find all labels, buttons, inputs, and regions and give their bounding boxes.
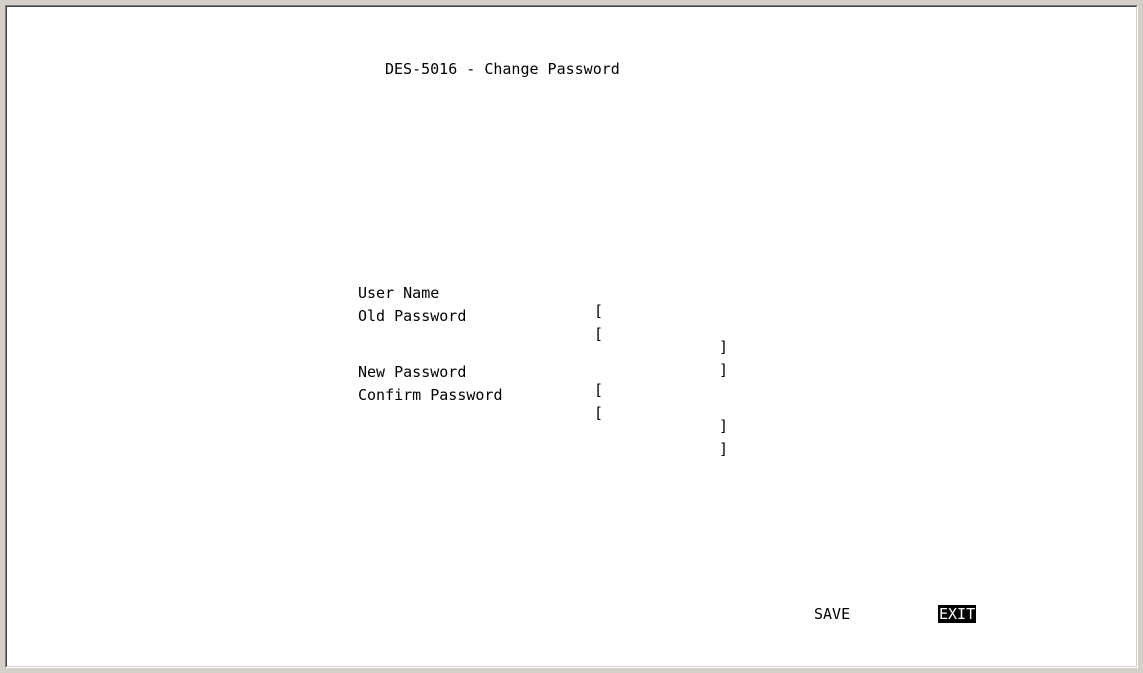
old-password-close-bracket: ]: [719, 361, 729, 379]
confirm-password-open-bracket: [: [594, 404, 604, 422]
user-name-open-bracket: [: [594, 302, 604, 320]
console-bevel: DES-5016 - Change Password User Name [ ]…: [5, 5, 1138, 668]
new-password-close-bracket: ]: [719, 417, 729, 435]
old-password-label: Old Password: [358, 307, 467, 325]
confirm-password-row: Confirm Password [ ]: [358, 368, 728, 476]
new-password-open-bracket: [: [594, 381, 604, 399]
confirm-password-close-bracket: ]: [719, 440, 729, 458]
console-window-frame: DES-5016 - Change Password User Name [ ]…: [0, 0, 1143, 673]
page-title: DES-5016 - Change Password: [385, 60, 620, 78]
old-password-open-bracket: [: [594, 325, 604, 343]
confirm-password-label: Confirm Password: [358, 386, 503, 404]
user-name-close-bracket: ]: [719, 338, 729, 356]
exit-button[interactable]: EXIT: [938, 605, 977, 623]
terminal-screen: DES-5016 - Change Password User Name [ ]…: [6, 6, 1137, 667]
save-button[interactable]: SAVE: [814, 605, 850, 623]
